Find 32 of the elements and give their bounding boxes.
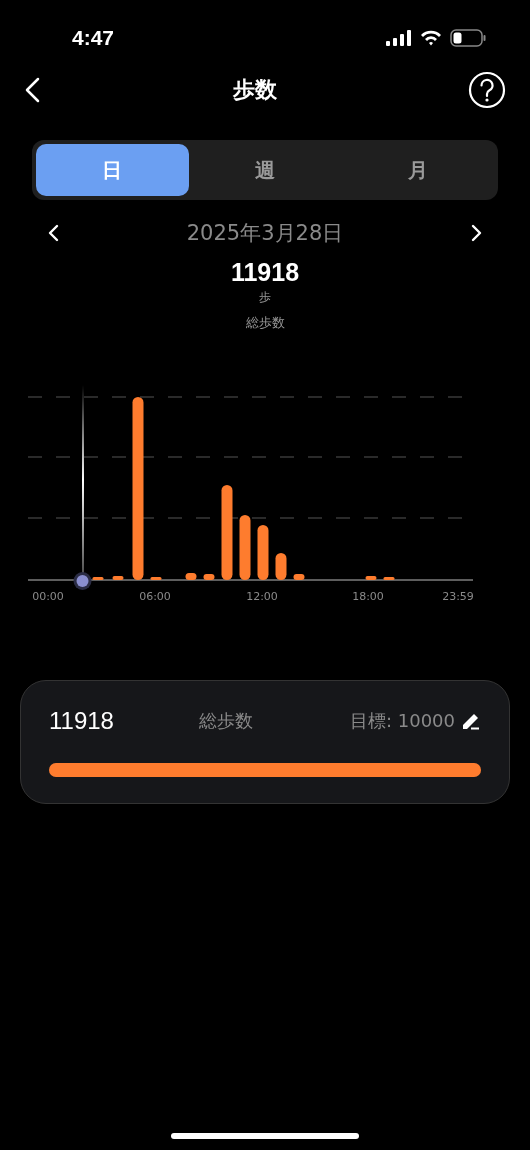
steps-unit: 歩 <box>259 289 271 306</box>
goal-text: 目標: 10000 <box>349 709 455 733</box>
step-bar <box>203 574 215 580</box>
step-bar <box>112 576 124 580</box>
step-bar <box>257 525 269 580</box>
step-bar <box>92 577 104 580</box>
step-bar <box>383 577 395 580</box>
step-bar <box>185 573 197 580</box>
step-bar <box>150 577 162 580</box>
time-axis-label: 00:00 <box>32 590 64 603</box>
time-axis-label: 18:00 <box>352 590 384 603</box>
step-bar <box>293 574 305 580</box>
time-axis-label: 06:00 <box>139 590 171 603</box>
step-bar <box>365 576 377 580</box>
total-steps-caption: 総歩数 <box>245 314 285 332</box>
page-title: 歩数 <box>233 76 277 104</box>
steps-label: 総歩数 <box>199 709 254 733</box>
battery-icon <box>450 29 486 47</box>
status-time: 4:47 <box>72 26 115 50</box>
date-label: 2025年3月28日 <box>186 220 344 247</box>
wifi-icon <box>420 30 442 46</box>
edit-icon[interactable] <box>461 711 481 731</box>
step-bar <box>275 553 287 580</box>
step-bar <box>239 515 251 580</box>
total-steps-value: 11918 <box>230 258 300 287</box>
time-axis-label: 23:59 <box>442 590 474 603</box>
time-axis-label: 12:00 <box>246 590 278 603</box>
cursor-handle[interactable] <box>73 572 92 590</box>
steps-value: 11918 <box>49 707 115 735</box>
signal-icon <box>386 30 412 46</box>
period-tab[interactable]: 週 <box>188 144 342 196</box>
period-tab[interactable]: 月 <box>341 144 494 196</box>
